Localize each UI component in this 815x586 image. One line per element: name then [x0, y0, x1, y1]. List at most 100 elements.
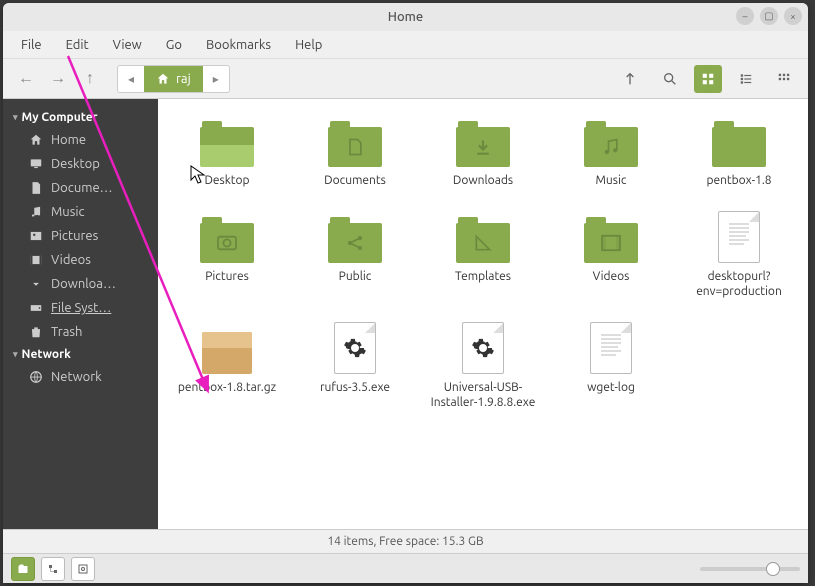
folder-icon [454, 215, 512, 263]
sidebar-item-label: Network [51, 370, 102, 384]
menu-bookmarks[interactable]: Bookmarks [196, 34, 281, 56]
status-text: 14 items, Free space: 15.3 GB [327, 535, 483, 548]
sidebar-item-videos[interactable]: Videos [3, 248, 158, 272]
file-pentbox-1-8-tar-gz[interactable]: pentbox-1.8.tar.gz [168, 322, 286, 415]
menu-help[interactable]: Help [285, 34, 332, 56]
down-icon [29, 277, 43, 291]
titlebar[interactable]: Home – ▢ × [3, 3, 808, 31]
file-downloads[interactable]: Downloads [424, 115, 542, 193]
file-label: Public [339, 269, 372, 285]
menu-file[interactable]: File [11, 34, 52, 56]
file-desktopurl-env-production[interactable]: desktopurl?env=production [680, 211, 798, 304]
menubar: File Edit View Go Bookmarks Help [3, 31, 808, 59]
music-icon [29, 205, 43, 219]
zoom-thumb[interactable] [766, 562, 780, 576]
icon-view-button[interactable] [694, 65, 722, 93]
folder-icon [582, 215, 640, 263]
text-icon [582, 326, 640, 374]
sidebar-item-desktop[interactable]: Desktop [3, 152, 158, 176]
file-label: Downloads [453, 173, 513, 189]
file-videos[interactable]: Videos [552, 211, 670, 304]
sidebar-item-label: Trash [51, 325, 82, 339]
file-grid: Desktop Documents Downloads Music pentbox-1.… [168, 115, 798, 415]
sidebar-item-pictures[interactable]: Pictures [3, 224, 158, 248]
sidebar-item-docume[interactable]: Docume… [3, 176, 158, 200]
menu-go[interactable]: Go [156, 34, 192, 56]
window-controls: – ▢ × [736, 7, 802, 25]
sidebar-item-home[interactable]: Home [3, 128, 158, 152]
file-wget-log[interactable]: wget-log [552, 322, 670, 415]
file-documents[interactable]: Documents [296, 115, 414, 193]
show-hidden-toggle[interactable] [71, 557, 95, 581]
file-label: pentbox-1.8 [706, 173, 771, 189]
window-title: Home [388, 10, 423, 24]
places-toggle[interactable] [11, 557, 35, 581]
net-icon [29, 370, 43, 384]
folder-icon [326, 119, 384, 167]
compact-view-button[interactable] [770, 65, 798, 93]
file-public[interactable]: Public [296, 211, 414, 304]
sidebar-header[interactable]: Network [3, 344, 158, 365]
zoom-slider[interactable] [700, 567, 800, 571]
exe-icon [326, 326, 384, 374]
sidebar-item-filesyst[interactable]: File Syst… [3, 296, 158, 320]
sidebar-item-label: Desktop [51, 157, 100, 171]
list-view-button[interactable] [732, 65, 760, 93]
search-button[interactable] [656, 65, 684, 93]
maximize-button[interactable]: ▢ [760, 7, 778, 25]
sidebar-item-trash[interactable]: Trash [3, 320, 158, 344]
minimize-button[interactable]: – [736, 7, 754, 25]
file-label: rufus-3.5.exe [320, 380, 390, 396]
file-templates[interactable]: Templates [424, 211, 542, 304]
home-icon [29, 133, 43, 147]
path-current[interactable]: raj [144, 66, 203, 92]
content-area[interactable]: Desktop Documents Downloads Music pentbox-1.… [158, 99, 808, 529]
file-universal-usb-installer-1-9-8-8-exe[interactable]: Universal-USB-Installer-1.9.8.8.exe [424, 322, 542, 415]
statusbar: 14 items, Free space: 15.3 GB [3, 529, 808, 553]
file-label: Documents [324, 173, 386, 189]
pic-icon [29, 229, 43, 243]
file-label: Universal-USB-Installer-1.9.8.8.exe [428, 380, 538, 411]
file-rufus-3-5-exe[interactable]: rufus-3.5.exe [296, 322, 414, 415]
sidebar: My ComputerHome Desktop Docume… MusicPictur… [3, 99, 158, 529]
sidebar-item-downloa[interactable]: Downloa… [3, 272, 158, 296]
archive-icon [198, 326, 256, 374]
sidebar-header[interactable]: My Computer [3, 107, 158, 128]
file-label: Templates [455, 269, 511, 285]
sidebar-item-music[interactable]: Music [3, 200, 158, 224]
close-button[interactable]: × [784, 7, 802, 25]
disk-icon [29, 301, 43, 315]
sidebar-item-label: Docume… [51, 181, 113, 195]
text-icon [710, 215, 768, 263]
file-pentbox-1-8[interactable]: pentbox-1.8 [680, 115, 798, 193]
up-button[interactable]: ↑ [77, 66, 103, 92]
back-button[interactable]: ← [13, 66, 39, 92]
folder-icon [582, 119, 640, 167]
exe-icon [454, 326, 512, 374]
body: My ComputerHomeDesktopDocume…MusicPictur… [3, 99, 808, 529]
file-label: Pictures [205, 269, 249, 285]
tree-toggle[interactable] [41, 557, 65, 581]
menu-edit[interactable]: Edit [56, 34, 99, 56]
file-music[interactable]: Music [552, 115, 670, 193]
folder-icon [198, 215, 256, 263]
pathbar: ◂ raj ▸ [117, 65, 230, 93]
folder-icon [454, 119, 512, 167]
path-next-button[interactable]: ▸ [203, 72, 229, 86]
sidebar-item-label: Videos [51, 253, 91, 267]
trash-icon [29, 325, 43, 339]
forward-button[interactable]: → [45, 66, 71, 92]
file-label: wget-log [587, 380, 635, 396]
file-pictures[interactable]: Pictures [168, 211, 286, 304]
sidebar-item-label: Downloa… [51, 277, 116, 291]
file-label: Music [596, 173, 627, 189]
path-label: raj [176, 72, 191, 86]
sidebar-item-label: File Syst… [51, 301, 111, 315]
file-desktop[interactable]: Desktop [168, 115, 286, 193]
folder-icon [198, 119, 256, 167]
file-manager-window: Home – ▢ × File Edit View Go Bookmarks H… [3, 3, 808, 583]
path-prev-button[interactable]: ◂ [118, 72, 144, 86]
sidebar-item-network[interactable]: Network [3, 365, 158, 389]
menu-view[interactable]: View [103, 34, 152, 56]
toggle-location-button[interactable] [618, 65, 646, 93]
